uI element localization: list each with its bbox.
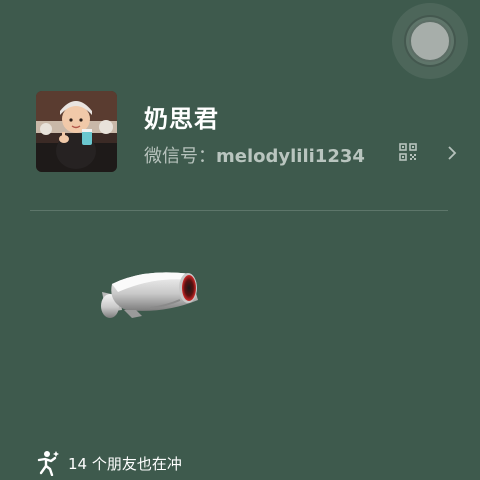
security-camera-sticker[interactable]: [94, 266, 202, 328]
floating-circle-icon: [404, 15, 456, 67]
floating-window-button[interactable]: [392, 3, 468, 79]
wechat-id-label: 微信号：: [144, 146, 216, 167]
wechat-id-value: melodylili1234: [216, 146, 365, 167]
friends-playing-text: 14 个朋友也在冲: [68, 454, 182, 473]
avatar[interactable]: [36, 91, 117, 172]
chevron-right-icon[interactable]: [446, 145, 458, 161]
profile-name: 奶思君: [144, 105, 219, 133]
wechat-id-row: 微信号：melodylili1234: [144, 142, 365, 168]
running-figure-icon: [37, 451, 59, 476]
profile-card[interactable]: 奶思君 微信号：melodylili1234: [36, 91, 466, 173]
divider: [30, 210, 448, 211]
qr-code-icon[interactable]: [399, 143, 417, 161]
friends-playing-bar[interactable]: 14 个朋友也在冲: [34, 451, 182, 476]
